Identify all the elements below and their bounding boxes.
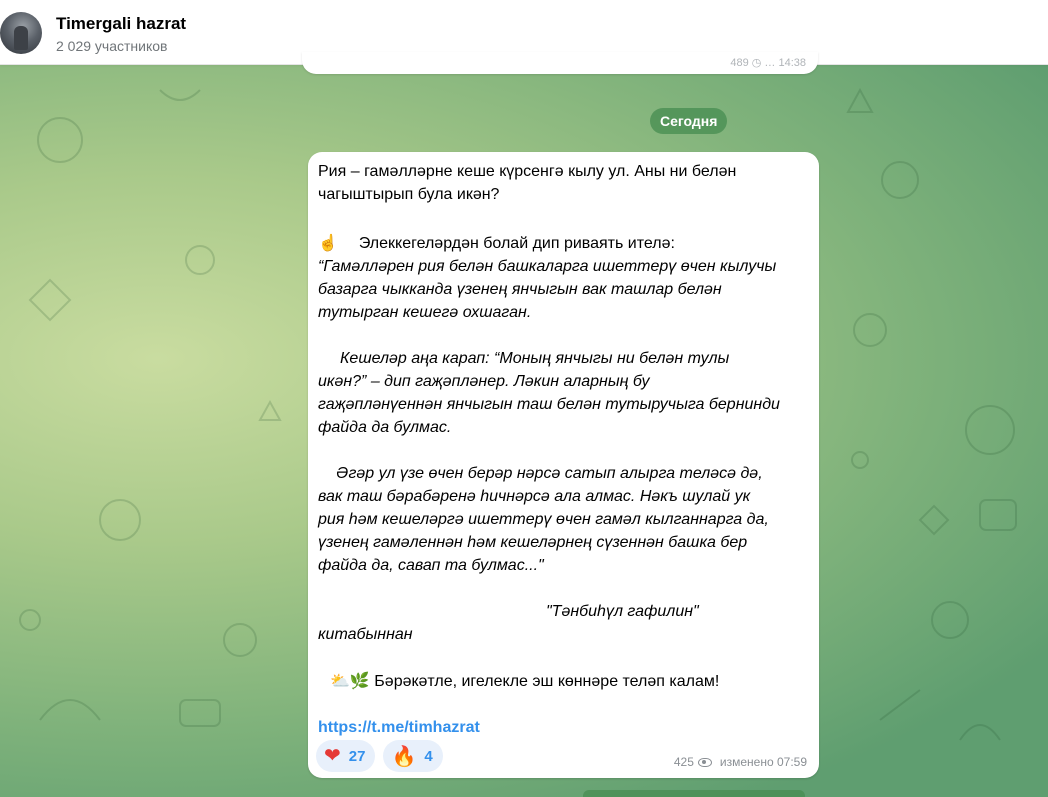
message-quote-line: икән?” – дип гаҗәпләнер. Ләкин аларның б… xyxy=(318,373,650,390)
heart-icon: ❤ xyxy=(324,745,341,767)
next-date-pill-stub xyxy=(583,790,805,797)
reaction-count: 27 xyxy=(348,747,366,765)
message-quote-line: файда да булмас. xyxy=(318,419,452,436)
message-quote-line: тутырган кешегә охшаган. xyxy=(318,304,532,321)
message-quote-line: Әгәр ул үзе өчен берәр нәрсә сатып алырг… xyxy=(336,465,763,482)
channel-link[interactable]: https://t.me/timhazrat xyxy=(318,719,480,736)
message-quote-line: файда да, савап та булмас..." xyxy=(318,557,544,574)
message-source-book: китабыннан xyxy=(318,626,413,643)
reaction-fire-button[interactable]: 🔥 4 xyxy=(383,740,443,772)
message-bubble[interactable]: Рия – гамәлләрне кеше күрсенгә кылу ул. … xyxy=(308,152,819,778)
message-quote-line: рия һәм кешеләргә ишеттерү өчен гамәл кы… xyxy=(318,511,769,528)
message-quote-line: Кешеләр аңа карап: “Моның янчыгы ни белә… xyxy=(340,350,730,367)
chat-avatar[interactable] xyxy=(0,12,42,54)
reaction-count: 4 xyxy=(424,747,433,765)
reactions-bar: ❤ 27 🔥 4 xyxy=(316,740,443,772)
message-wish: Бәрәкәтле, игелекле эш көннәре теләп кал… xyxy=(374,673,720,690)
chat-member-count: 2 029 участников xyxy=(56,38,168,54)
pointing-up-emoji-icon: ☝️ xyxy=(318,233,338,252)
message-intro: Элеккегеләрдән болай дип риваять ителә: xyxy=(358,235,675,252)
message-quote-line: базарга чыкканда үзенең янчыгын вак ташл… xyxy=(318,281,722,298)
view-count: 425 xyxy=(673,755,694,769)
message-line: Рия – гамәлләрне кеше күрсенгә кылу ул. … xyxy=(318,163,737,180)
message-meta: 425 изменено 07:59 xyxy=(674,751,807,774)
edited-time: изменено 07:59 xyxy=(719,755,807,769)
date-separator: Сегодня xyxy=(650,108,728,134)
reaction-heart-button[interactable]: ❤ 27 xyxy=(316,740,376,772)
fire-icon: 🔥 xyxy=(391,744,417,768)
message-quote-line: “Гамәлләрен рия белән башкаларга ишеттер… xyxy=(318,258,777,275)
eye-icon xyxy=(697,758,712,767)
chat-title: Timergali hazrat xyxy=(56,14,187,33)
message-quote-line: үзенең гамәленнән һәм кешеләрнең сүзеннә… xyxy=(318,534,748,551)
previous-message-meta: 489 ◷ … 14:38 xyxy=(730,57,806,69)
message-source-title: "Тәнбиһүл гафилин" xyxy=(546,603,699,620)
message-wish-line: ⛅🌿 Бәрәкәтле, игелекле эш көннәре теләп … xyxy=(318,669,811,693)
sun-leaf-emoji-icon: ⛅🌿 xyxy=(330,671,370,690)
message-line: чагыштырып була икән? xyxy=(318,186,500,203)
message-line: ☝️ Элеккегеләрдән болай дип риваять ител… xyxy=(318,231,811,255)
previous-message-bubble[interactable]: 489 ◷ … 14:38 xyxy=(302,52,818,74)
message-quote-line: гаҗәпләнүеннән янчыгын таш белән тутыруч… xyxy=(318,396,780,413)
message-quote-line: вак таш бәрабәренә һичнәрсә ала алмас. Н… xyxy=(318,488,751,505)
